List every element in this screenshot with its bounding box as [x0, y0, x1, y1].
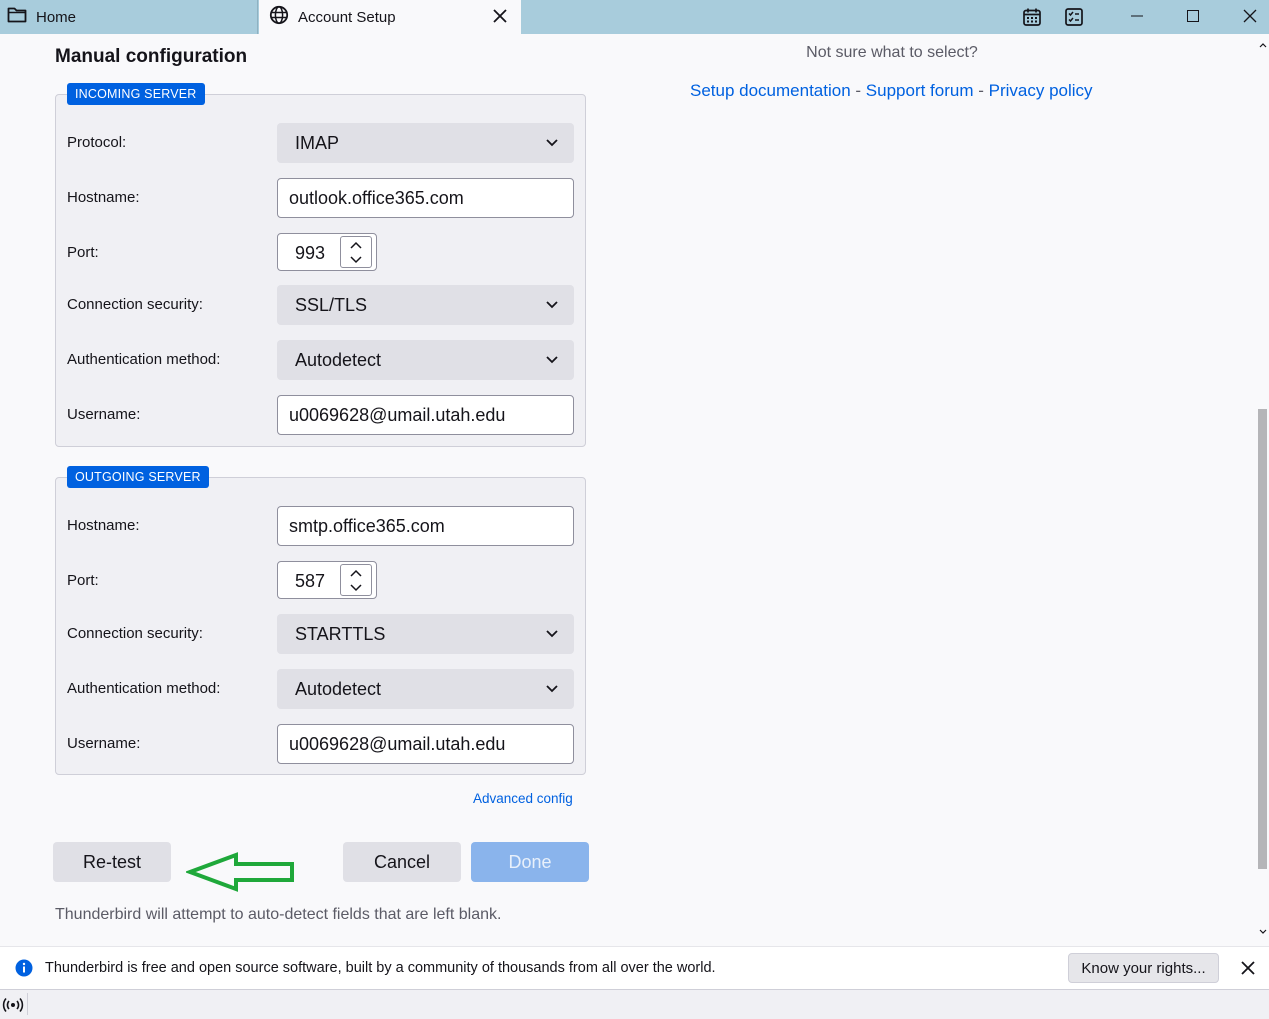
outgoing-auth-select[interactable]: Autodetect: [277, 669, 574, 709]
incoming-username-row: Username: u0069628@umail.utah.edu: [56, 395, 587, 435]
field-label: Hostname:: [67, 517, 140, 534]
title-bar: Home Account Setup: [0, 0, 1269, 34]
incoming-hostname-row: Hostname: outlook.office365.com: [56, 178, 587, 218]
globe-icon: [269, 5, 289, 29]
close-icon[interactable]: [491, 7, 509, 25]
setup-documentation-link[interactable]: Setup documentation: [690, 81, 851, 100]
select-value: SSL/TLS: [295, 294, 368, 315]
chevron-down-icon: [544, 680, 560, 696]
field-label: Hostname:: [67, 189, 140, 206]
incoming-auth-row: Authentication method: Autodetect: [56, 340, 587, 380]
help-question: Not sure what to select?: [806, 44, 978, 61]
field-label: Port:: [67, 572, 99, 589]
port-value: 993: [294, 243, 326, 263]
link-separator: -: [850, 81, 866, 100]
outgoing-hostname-row: Hostname: smtp.office365.com: [56, 506, 587, 546]
incoming-security-row: Connection security: SSL/TLS: [56, 285, 587, 325]
incoming-username-input[interactable]: u0069628@umail.utah.edu: [277, 395, 574, 435]
folder-icon: [7, 6, 27, 28]
annotation-arrow-icon: [186, 852, 294, 892]
outgoing-port-row: Port: 587: [56, 561, 587, 601]
notification-bar: Thunderbird is free and open source soft…: [0, 946, 1269, 989]
scroll-up-icon[interactable]: [1258, 40, 1268, 50]
link-separator: -: [973, 81, 989, 100]
notification-text: Thunderbird is free and open source soft…: [45, 960, 716, 976]
field-label: Connection security:: [67, 296, 203, 313]
chevron-down-icon: [544, 296, 560, 312]
outgoing-auth-row: Authentication method: Autodetect: [56, 669, 587, 709]
outgoing-username-input[interactable]: u0069628@umail.utah.edu: [277, 724, 574, 764]
maximize-button[interactable]: [1165, 0, 1221, 32]
incoming-server-group: INCOMING SERVER Protocol: IMAP Hostname:…: [55, 83, 587, 447]
outgoing-security-select[interactable]: STARTTLS: [277, 614, 574, 654]
chevron-up-icon[interactable]: [341, 565, 371, 580]
outgoing-server-group: OUTGOING SERVER Hostname: smtp.office365…: [55, 466, 587, 775]
online-status-icon[interactable]: [2, 995, 24, 1015]
chevron-down-icon: [544, 351, 560, 367]
section-title: Manual configuration: [55, 46, 248, 67]
outgoing-server-legend: OUTGOING SERVER: [67, 466, 209, 488]
select-value: STARTTLS: [295, 623, 386, 644]
outgoing-hostname-input[interactable]: smtp.office365.com: [277, 506, 574, 546]
info-icon: [15, 959, 33, 977]
tab-label: Home: [36, 8, 77, 26]
tab-home[interactable]: Home: [0, 0, 258, 34]
chevron-down-icon[interactable]: [341, 580, 371, 595]
select-value: IMAP: [295, 132, 340, 153]
port-stepper[interactable]: [340, 564, 372, 596]
tab-account-setup[interactable]: Account Setup: [259, 0, 521, 34]
incoming-server-legend: INCOMING SERVER: [67, 83, 205, 105]
field-label: Authentication method:: [67, 680, 221, 697]
select-value: Autodetect: [295, 349, 382, 370]
help-links: Setup documentation - Support forum - Pr…: [690, 81, 1093, 101]
know-your-rights-button[interactable]: Know your rights...: [1068, 953, 1219, 983]
outgoing-username-row: Username: u0069628@umail.utah.edu: [56, 724, 587, 764]
select-value: Autodetect: [295, 678, 382, 699]
privacy-policy-link[interactable]: Privacy policy: [989, 81, 1093, 100]
outgoing-port-input[interactable]: 587: [277, 561, 377, 599]
chevron-up-icon[interactable]: [341, 237, 371, 252]
incoming-protocol-select[interactable]: IMAP: [277, 123, 574, 163]
chevron-down-icon: [544, 134, 560, 150]
incoming-security-select[interactable]: SSL/TLS: [277, 285, 574, 325]
minimize-button[interactable]: [1109, 0, 1165, 32]
autodetect-hint: Thunderbird will attempt to auto-detect …: [55, 906, 502, 923]
field-label: Username:: [67, 406, 141, 423]
incoming-port-row: Port: 993: [56, 233, 587, 273]
port-stepper[interactable]: [340, 236, 372, 268]
field-label: Connection security:: [67, 625, 203, 642]
chevron-down-icon: [544, 625, 560, 641]
tab-label: Account Setup: [298, 8, 396, 26]
done-button[interactable]: Done: [471, 842, 589, 882]
cancel-button[interactable]: Cancel: [343, 842, 461, 882]
account-setup-content: Manual configuration INCOMING SERVER Pro…: [0, 34, 1257, 946]
status-bar: [0, 989, 1269, 1019]
support-forum-link[interactable]: Support forum: [866, 81, 974, 100]
vertical-scrollbar[interactable]: [1257, 34, 1269, 946]
incoming-port-input[interactable]: 993: [277, 233, 377, 271]
close-icon[interactable]: [1239, 959, 1257, 977]
field-label: Username:: [67, 735, 141, 752]
retest-button[interactable]: Re-test: [53, 842, 171, 882]
field-label: Protocol:: [67, 134, 127, 151]
advanced-config-link[interactable]: Advanced config: [473, 791, 573, 806]
chevron-down-icon[interactable]: [341, 252, 371, 267]
incoming-auth-select[interactable]: Autodetect: [277, 340, 574, 380]
field-label: Port:: [67, 244, 99, 261]
scrollbar-thumb[interactable]: [1258, 409, 1267, 869]
tasks-icon[interactable]: [1061, 4, 1087, 30]
incoming-hostname-input[interactable]: outlook.office365.com: [277, 178, 574, 218]
scroll-down-icon[interactable]: [1258, 927, 1268, 937]
outgoing-security-row: Connection security: STARTTLS: [56, 614, 587, 654]
incoming-protocol-row: Protocol: IMAP: [56, 123, 587, 163]
window-close-button[interactable]: [1222, 0, 1269, 32]
port-value: 587: [294, 571, 326, 591]
status-separator: [27, 993, 28, 1015]
calendar-icon[interactable]: [1019, 4, 1045, 30]
field-label: Authentication method:: [67, 351, 221, 368]
